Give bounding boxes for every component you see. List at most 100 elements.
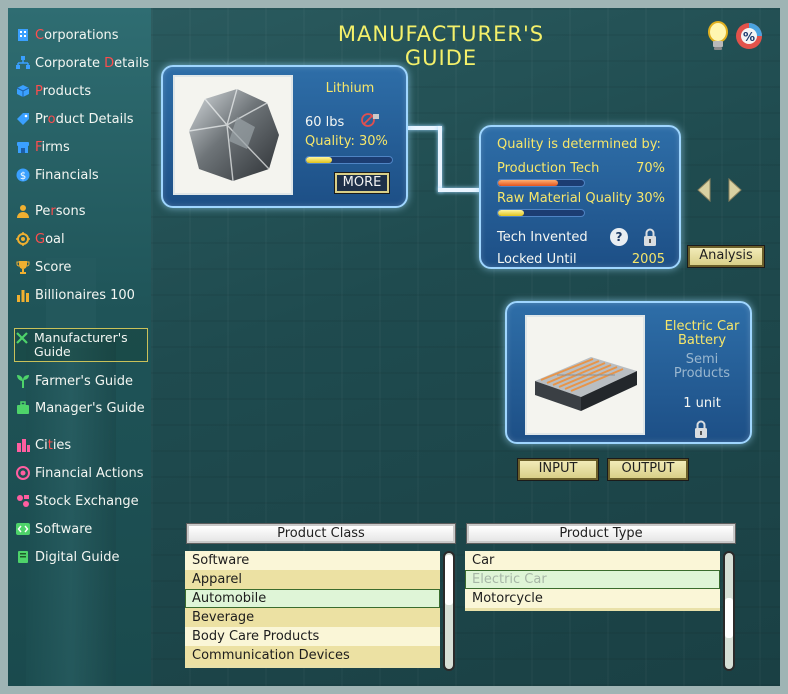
locked-until-value: 2005 xyxy=(631,252,665,267)
flow-connector xyxy=(438,126,442,192)
tag-icon xyxy=(16,112,30,126)
tools-icon xyxy=(15,331,29,345)
sidebar-item-score[interactable]: Score xyxy=(16,256,151,278)
lock-icon xyxy=(694,419,708,439)
sidebar-item-label: Firms xyxy=(35,139,70,155)
product-card: Electric Car Battery Semi Products 1 uni… xyxy=(505,301,752,444)
locked-until-label: Locked Until xyxy=(497,252,577,267)
raw-material-quality-bar-fill xyxy=(498,210,524,216)
product-type-scrollbar[interactable] xyxy=(723,551,735,671)
sidebar-item-label: Financial Actions xyxy=(35,465,144,481)
person-icon xyxy=(16,204,30,218)
list-item[interactable]: Communication Devices xyxy=(185,646,440,665)
production-tech-value: 70% xyxy=(636,161,665,176)
bar-chart-icon xyxy=(16,288,30,302)
sidebar-item-manufacturers-guide[interactable]: Manufacturer's Guide xyxy=(14,328,148,362)
material-image xyxy=(173,75,293,195)
product-type-list: Car Electric Car Motorcycle xyxy=(465,551,720,611)
product-name: Electric Car Battery xyxy=(664,319,740,348)
product-class-header[interactable]: Product Class xyxy=(186,523,456,544)
product-image xyxy=(525,315,645,435)
sidebar-item-label: Persons xyxy=(35,203,86,219)
help-icon[interactable]: ? xyxy=(610,228,628,246)
output-button[interactable]: OUTPUT xyxy=(607,458,689,481)
list-item[interactable]: Motorcycle xyxy=(465,589,720,608)
sidebar-item-billionaires[interactable]: Billionaires 100 xyxy=(16,284,151,306)
input-button[interactable]: INPUT xyxy=(517,458,599,481)
sidebar: Corporations Corporate Details Products … xyxy=(8,8,151,686)
coin-icon xyxy=(16,466,30,480)
sidebar-item-label: Cities xyxy=(35,437,72,453)
raw-material-quality-value: 30% xyxy=(636,191,665,206)
more-button[interactable]: MORE xyxy=(334,172,390,194)
sidebar-item-label: Goal xyxy=(35,231,65,247)
scrollbar-thumb[interactable] xyxy=(725,598,733,638)
product-type-header[interactable]: Product Type xyxy=(466,523,736,544)
list-item[interactable]: Apparel xyxy=(185,570,440,589)
briefcase-icon xyxy=(16,401,30,415)
raw-material-quality-label: Raw Material Quality xyxy=(497,191,632,206)
sidebar-item-farmers-guide[interactable]: Farmer's Guide xyxy=(16,370,151,392)
scrollbar-thumb[interactable] xyxy=(445,555,453,605)
sidebar-item-label: Corporate Details xyxy=(35,55,150,71)
code-icon xyxy=(16,522,30,536)
sidebar-item-cities[interactable]: Cities xyxy=(16,434,151,456)
org-chart-icon xyxy=(16,56,30,70)
cube-icon xyxy=(16,84,30,98)
tech-invented-label: Tech Invented xyxy=(497,230,588,245)
product-quantity: 1 unit xyxy=(683,396,721,411)
stock-icon xyxy=(16,494,30,508)
list-item[interactable]: Software xyxy=(185,551,440,570)
city-icon xyxy=(16,438,30,452)
list-item[interactable]: Beverage xyxy=(185,608,440,627)
sidebar-item-label: Product Details xyxy=(35,111,134,127)
lock-icon xyxy=(643,227,657,247)
flow-connector xyxy=(438,188,480,192)
raw-material-quality-bar xyxy=(497,209,585,217)
list-item[interactable]: Body Care Products xyxy=(185,627,440,646)
sidebar-item-label: Software xyxy=(35,521,93,537)
raw-material-card: Lithium 60 lbs Quality: 30% MORE xyxy=(161,65,408,208)
svg-text:%: % xyxy=(743,30,755,44)
sidebar-item-products[interactable]: Products xyxy=(16,80,151,102)
list-item[interactable]: Car xyxy=(465,551,720,570)
sidebar-item-label: Billionaires 100 xyxy=(35,287,135,303)
list-item-selected[interactable]: Electric Car xyxy=(465,570,720,589)
product-category: Semi Products xyxy=(673,352,731,381)
percent-pie-icon[interactable]: % xyxy=(734,21,762,51)
product-class-scrollbar[interactable] xyxy=(443,551,455,671)
sidebar-item-software[interactable]: Software xyxy=(16,518,151,540)
analysis-button[interactable]: Analysis xyxy=(687,245,765,268)
material-quality-bar xyxy=(305,156,393,164)
list-item-selected[interactable]: Automobile xyxy=(185,589,440,608)
main-content: MANUFACTURER'S GUIDE % Lithium 60 lbs Qu… xyxy=(151,8,780,686)
sidebar-item-digital-guide[interactable]: Digital Guide xyxy=(16,546,151,568)
book-icon xyxy=(16,550,30,564)
sidebar-item-label: Financials xyxy=(35,167,99,183)
arrow-left-icon[interactable] xyxy=(696,177,712,203)
material-name: Lithium xyxy=(325,81,375,96)
sidebar-item-goal[interactable]: Goal xyxy=(16,228,151,250)
page-title: MANUFACTURER'S GUIDE xyxy=(337,22,545,70)
sidebar-item-product-details[interactable]: Product Details xyxy=(16,108,151,130)
arrow-right-icon[interactable] xyxy=(727,177,743,203)
sidebar-item-stock-exchange[interactable]: Stock Exchange xyxy=(16,490,151,512)
material-weight: 60 lbs xyxy=(305,115,345,130)
sidebar-item-corporate-details[interactable]: Corporate Details xyxy=(16,52,151,74)
quality-value: 30% xyxy=(359,134,388,149)
sidebar-item-financials[interactable]: $ Financials xyxy=(16,164,151,186)
dollar-icon: $ xyxy=(16,168,30,182)
production-tech-label: Production Tech xyxy=(497,161,600,176)
sidebar-item-managers-guide[interactable]: Manager's Guide xyxy=(16,397,151,419)
sidebar-item-label: Corporations xyxy=(35,27,119,43)
lightbulb-icon[interactable] xyxy=(704,21,732,51)
quality-factors-card: Quality is determined by: Production Tec… xyxy=(479,125,681,269)
sidebar-item-firms[interactable]: Firms xyxy=(16,136,151,158)
flow-connector xyxy=(408,126,442,130)
sidebar-item-label: Stock Exchange xyxy=(35,493,139,509)
sidebar-item-label: Manager's Guide xyxy=(35,400,145,416)
sidebar-item-persons[interactable]: Persons xyxy=(16,200,151,222)
sidebar-item-label: Score xyxy=(35,259,72,275)
sidebar-item-corporations[interactable]: Corporations xyxy=(16,24,151,46)
sidebar-item-financial-actions[interactable]: Financial Actions xyxy=(16,462,151,484)
